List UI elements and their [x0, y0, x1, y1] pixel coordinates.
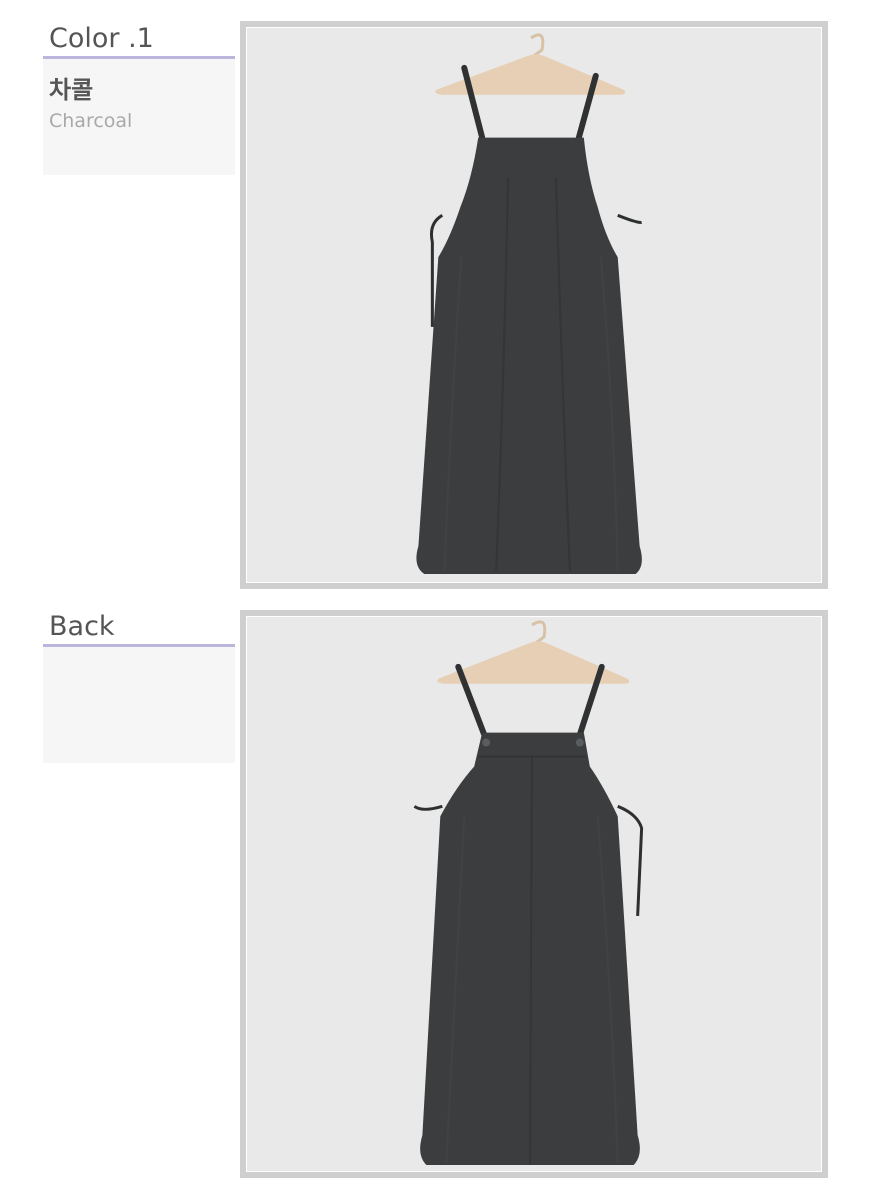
color-label-column: Color .1 차콜 Charcoal [43, 22, 235, 175]
dress-front-illustration [247, 28, 821, 582]
color-section-1: Color .1 차콜 Charcoal [0, 0, 870, 600]
color-name-korean: 차콜 [49, 76, 94, 104]
back-label-column: Back [43, 610, 235, 763]
section-heading: Back [43, 610, 235, 647]
color-name-english: Charcoal [49, 110, 133, 132]
dress-back-photo-icon [246, 616, 822, 1172]
color-info-box: 차콜 Charcoal [43, 59, 235, 175]
section-heading: Color .1 [43, 22, 235, 59]
back-info-box [43, 647, 235, 763]
dress-back-illustration [247, 617, 821, 1171]
dress-front-photo-icon [246, 27, 822, 583]
product-photo-back [240, 610, 828, 1178]
product-photo-front [240, 21, 828, 589]
back-section: Back [0, 600, 870, 1200]
